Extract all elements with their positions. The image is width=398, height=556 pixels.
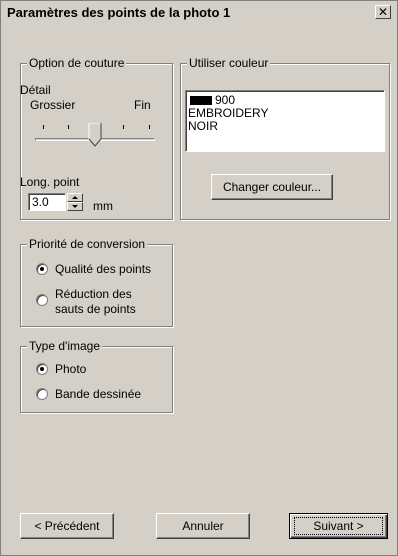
- slider-tick: [43, 125, 44, 129]
- image-type-legend: Type d'image: [27, 339, 102, 353]
- title-bar: Paramètres des points de la photo 1 ✕: [3, 3, 395, 23]
- color-brand: EMBROIDERY: [188, 106, 269, 120]
- radio-photo[interactable]: [36, 363, 48, 375]
- arrow-down-icon: [72, 205, 78, 208]
- stitch-length-spinner: [67, 193, 83, 211]
- detail-label: Détail: [20, 83, 51, 97]
- cancel-button[interactable]: Annuler: [156, 513, 250, 539]
- radio-stitch-quality[interactable]: [36, 263, 48, 275]
- photo-label[interactable]: Photo: [55, 362, 86, 376]
- color-name: NOIR: [188, 119, 218, 133]
- slider-tick: [68, 125, 69, 129]
- coarse-label: Grossier: [30, 98, 76, 112]
- slider-tick: [123, 125, 124, 129]
- jump-reduction-label-line2[interactable]: sauts de points: [55, 302, 136, 316]
- conversion-priority-legend: Priorité de conversion: [27, 237, 148, 251]
- stitch-length-label: Long. point: [20, 175, 80, 189]
- jump-reduction-label-line1[interactable]: Réduction des: [55, 287, 132, 301]
- detail-slider-thumb[interactable]: [88, 123, 102, 147]
- stitch-quality-label[interactable]: Qualité des points: [55, 262, 151, 276]
- spin-up-button[interactable]: [67, 193, 83, 202]
- previous-button[interactable]: < Précédent: [20, 513, 114, 539]
- dialog-window: Paramètres des points de la photo 1 ✕ Op…: [0, 0, 398, 556]
- stitch-length-input[interactable]: 3.0: [28, 193, 66, 211]
- change-color-button[interactable]: Changer couleur...: [211, 174, 333, 200]
- spin-down-button[interactable]: [67, 202, 83, 211]
- color-info-box: 900 EMBROIDERY NOIR: [185, 90, 385, 152]
- next-button[interactable]: Suivant >: [289, 513, 388, 539]
- slider-tick: [149, 125, 150, 129]
- arrow-up-icon: [72, 196, 78, 199]
- radio-selected-dot: [40, 367, 44, 371]
- window-title: Paramètres des points de la photo 1: [7, 5, 231, 20]
- color-code: 900: [215, 93, 236, 107]
- image-type-group: Type d'image: [20, 339, 174, 414]
- color-legend: Utiliser couleur: [187, 56, 271, 70]
- stitch-options-legend: Option de couture: [27, 56, 127, 70]
- focus-rect: [294, 517, 383, 535]
- radio-selected-dot: [40, 267, 44, 271]
- close-button[interactable]: ✕: [375, 5, 391, 19]
- radio-jump-reduction[interactable]: [36, 294, 48, 306]
- radio-comic[interactable]: [36, 388, 48, 400]
- color-swatch: [190, 96, 212, 105]
- unit-label: mm: [93, 199, 113, 213]
- fine-label: Fin: [134, 98, 151, 112]
- comic-label[interactable]: Bande dessinée: [55, 387, 141, 401]
- close-icon: ✕: [377, 5, 389, 19]
